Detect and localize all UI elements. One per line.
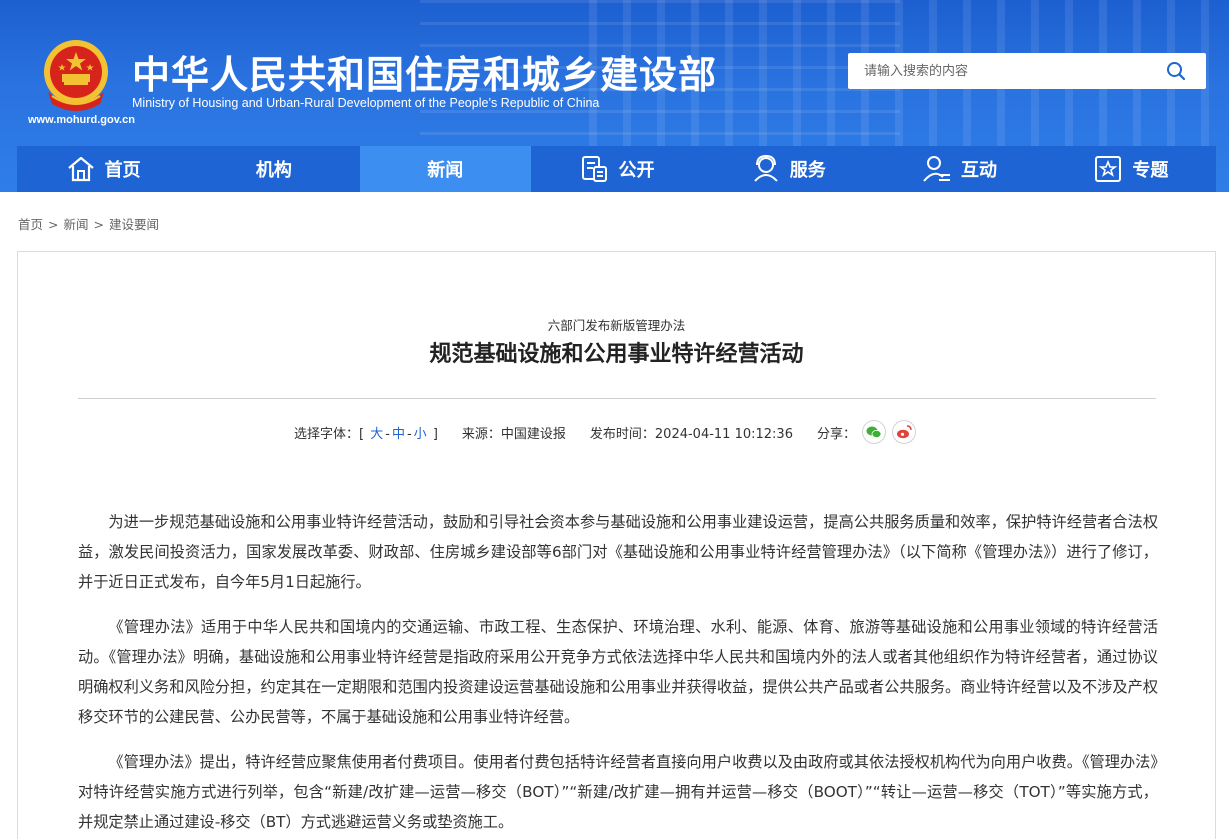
article-paragraph: 为进一步规范基础设施和公用事业特许经营活动，鼓励和引导社会资本参与基础设施和公用… bbox=[78, 513, 1158, 591]
breadcrumb-construction-news[interactable]: 建设要闻 bbox=[109, 217, 159, 232]
service-icon bbox=[754, 154, 778, 182]
font-size-medium[interactable]: 中 bbox=[392, 427, 405, 442]
font-size-selector: 选择字体：[ 大-中-小 ] bbox=[294, 423, 438, 442]
article-title: 规范基础设施和公用事业特许经营活动 bbox=[429, 342, 804, 367]
article-body: 为进一步规范基础设施和公用事业特许经营活动，鼓励和引导社会资本参与基础设施和公用… bbox=[78, 507, 1158, 839]
nav-label-service: 服务 bbox=[789, 160, 826, 181]
title-divider bbox=[78, 398, 1156, 399]
font-size-close: ] bbox=[432, 426, 438, 442]
nav-label-org: 机构 bbox=[255, 160, 292, 181]
font-size-large[interactable]: 大 bbox=[370, 427, 383, 442]
national-emblem-icon[interactable] bbox=[40, 38, 112, 112]
home-icon bbox=[67, 156, 94, 182]
nav-label-public: 公开 bbox=[618, 160, 655, 181]
site-url: www.mohurd.gov.cn bbox=[28, 114, 135, 126]
document-icon bbox=[582, 156, 608, 182]
article-source: 来源：中国建设报 bbox=[461, 426, 566, 442]
nav-item-news[interactable]: 新闻 bbox=[359, 146, 531, 192]
article-kicker: 六部门发布新版管理办法 bbox=[547, 318, 686, 333]
main-nav: 首页 机构 新闻 公开 服务 互动 专题 bbox=[17, 146, 1216, 192]
font-size-label: 选择字体：[ bbox=[294, 426, 365, 442]
nav-item-topics[interactable]: 专题 bbox=[1045, 146, 1216, 192]
interact-icon bbox=[923, 156, 951, 182]
wechat-share-icon[interactable] bbox=[862, 420, 886, 444]
font-size-dash: - bbox=[406, 426, 412, 442]
article-paragraph: 《管理办法》提出，特许经营应聚焦使用者付费项目。使用者付费包括特许经营者直接向用… bbox=[78, 753, 1158, 831]
search-icon[interactable] bbox=[1166, 61, 1186, 81]
font-size-small[interactable]: 小 bbox=[414, 427, 427, 442]
nav-label-news: 新闻 bbox=[427, 160, 464, 181]
nav-item-org[interactable]: 机构 bbox=[188, 146, 359, 192]
nav-item-interact[interactable]: 互动 bbox=[873, 146, 1044, 192]
font-size-dash: - bbox=[385, 426, 390, 442]
nav-item-service[interactable]: 服务 bbox=[702, 146, 873, 192]
star-icon bbox=[1095, 156, 1122, 182]
search-input[interactable] bbox=[848, 54, 1148, 88]
article-paragraph: 《管理办法》适用于中华人民共和国境内的交通运输、市政工程、生态保护、环境治理、水… bbox=[78, 618, 1158, 726]
search-box bbox=[848, 53, 1206, 89]
breadcrumb-separator: > bbox=[48, 217, 59, 232]
breadcrumb-home[interactable]: 首页 bbox=[18, 217, 43, 232]
breadcrumb-separator: > bbox=[93, 217, 104, 232]
nav-item-home[interactable]: 首页 bbox=[17, 146, 188, 192]
site-subtitle: Ministry of Housing and Urban-Rural Deve… bbox=[132, 96, 600, 110]
breadcrumb-news[interactable]: 新闻 bbox=[64, 217, 89, 232]
article-meta: 选择字体：[ 大-中-小 ] 来源：中国建设报 发布时间：2024-04-11 … bbox=[294, 420, 916, 444]
breadcrumb: 首页 > 新闻 > 建设要闻 bbox=[18, 214, 159, 233]
nav-label-interact: 互动 bbox=[961, 160, 998, 181]
nav-label-home: 首页 bbox=[104, 160, 141, 181]
share-label: 分享： bbox=[816, 426, 856, 442]
weibo-share-icon[interactable] bbox=[892, 420, 916, 444]
nav-item-public[interactable]: 公开 bbox=[531, 146, 702, 192]
publish-time: 发布时间：2024-04-11 10:12:36 bbox=[589, 426, 793, 442]
nav-label-topics: 专题 bbox=[1132, 160, 1169, 181]
article-container: 六部门发布新版管理办法 规范基础设施和公用事业特许经营活动 选择字体：[ 大-中… bbox=[17, 251, 1216, 839]
site-title[interactable]: 中华人民共和国住房和城乡建设部 bbox=[132, 44, 717, 99]
